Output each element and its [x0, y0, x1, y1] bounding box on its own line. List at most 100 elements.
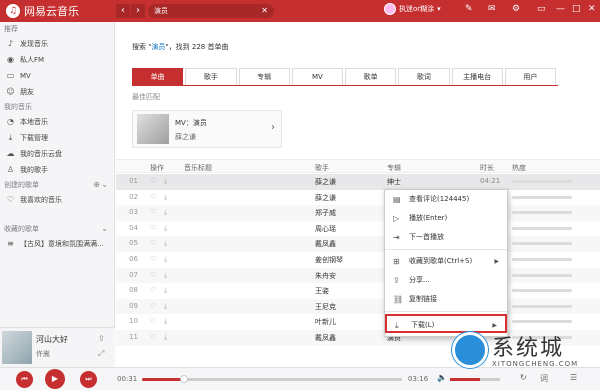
app-logo[interactable]: ♫ 网易云音乐	[6, 3, 79, 19]
user-name[interactable]: 执迷or糊涂	[399, 4, 434, 14]
heart-icon[interactable]: ♡	[150, 208, 156, 216]
menu-item-comment[interactable]: ▤ 查看评论(124445)	[385, 190, 507, 209]
col-heat[interactable]: 热度	[512, 163, 526, 173]
user-area[interactable]: 执迷or糊涂 ▾	[384, 3, 441, 15]
mail-icon[interactable]: ✉	[488, 4, 496, 14]
menu-item-share[interactable]: ⇪ 分享...	[385, 271, 507, 290]
song-artist[interactable]: 姜创钢琴	[315, 255, 343, 265]
expand-icon[interactable]: ⤢	[98, 349, 104, 359]
download-icon[interactable]: ⤓	[164, 271, 167, 280]
song-artist[interactable]: 戴凤鑫	[315, 333, 336, 343]
forward-button[interactable]: ›	[131, 4, 145, 18]
table-row[interactable]: 04♡⤓演员（女声Cover）SQ周心瑶	[116, 221, 600, 237]
add-playlist-icon[interactable]: ⊕	[93, 178, 100, 192]
heart-icon[interactable]: ♡	[150, 333, 156, 341]
avatar[interactable]	[384, 3, 396, 15]
heart-icon[interactable]: ♡	[150, 302, 156, 310]
progress-bar[interactable]	[142, 375, 402, 383]
col-title[interactable]: 音乐标题	[184, 163, 212, 173]
heart-icon[interactable]: ♡	[150, 239, 156, 247]
now-playing[interactable]: 河山大好 许嵩 ⇪ ⤢	[0, 327, 115, 367]
sidebar-item-cloud[interactable]: ☁ 我的音乐云盘	[0, 146, 114, 162]
chevron-down-icon[interactable]: ▾	[437, 5, 441, 13]
volume-icon[interactable]: 🔈	[437, 373, 447, 382]
heart-icon[interactable]: ♡	[150, 177, 156, 185]
sidebar-item-fm[interactable]: ◉ 私人FM	[0, 52, 114, 68]
song-artist[interactable]: 戴凤鑫	[315, 239, 336, 249]
minimize-icon[interactable]: —	[556, 4, 565, 14]
next-button[interactable]: ⏭	[80, 371, 97, 388]
sidebar-item-singers[interactable]: ♙ 我的歌手	[0, 162, 114, 178]
table-row[interactable]: 01♡⤓演员SQ▶薛之谦绅士04:21	[116, 174, 600, 190]
download-icon[interactable]: ⤓	[164, 224, 167, 233]
download-icon[interactable]: ⤓	[164, 193, 167, 202]
sidebar-item-mv[interactable]: ▭ MV	[0, 68, 114, 84]
heart-icon[interactable]: ♡	[150, 224, 156, 232]
download-icon[interactable]: ⤓	[164, 333, 167, 342]
close-icon[interactable]: ✕	[588, 4, 596, 14]
skin-icon[interactable]: ✎	[465, 4, 473, 14]
gear-icon[interactable]: ⚙	[512, 4, 520, 14]
sidebar-item-downloads[interactable]: ⤓ 下载管理	[0, 130, 114, 146]
download-icon[interactable]: ⤓	[164, 208, 167, 217]
col-album[interactable]: 专辑	[387, 163, 401, 173]
tab-mv[interactable]: MV	[291, 68, 343, 85]
download-icon[interactable]: ⤓	[164, 302, 167, 311]
table-row[interactable]: 08♡⤓演员王姿	[116, 283, 600, 299]
heart-icon[interactable]: ♡	[150, 271, 156, 279]
back-button[interactable]: ‹	[116, 4, 130, 18]
song-artist[interactable]: 薛之谦	[315, 177, 336, 187]
sidebar-item-local[interactable]: ◔ 本地音乐	[0, 114, 114, 130]
heart-icon[interactable]: ♡	[150, 317, 156, 325]
song-artist[interactable]: 叶新儿	[315, 317, 336, 327]
tab-songs[interactable]: 单曲	[132, 68, 184, 85]
song-artist[interactable]: 王尼克	[315, 302, 336, 312]
best-match-card[interactable]: MV：演员 薛之谦 ›	[132, 110, 282, 148]
song-artist[interactable]: 朱舟安	[315, 271, 336, 281]
sidebar-item-friends[interactable]: ☺ 朋友	[0, 84, 114, 100]
tab-users[interactable]: 用户	[504, 68, 556, 85]
tab-playlists[interactable]: 歌单	[345, 68, 397, 85]
menu-item-play-circle[interactable]: ▷ 播放(Enter)	[385, 209, 507, 228]
menu-item-play-next[interactable]: ⇥ 下一首播放	[385, 228, 507, 247]
chevron-down-icon[interactable]: ⌄	[101, 178, 108, 192]
tab-lyrics[interactable]: 歌词	[398, 68, 450, 85]
song-artist[interactable]: 郑子威	[315, 208, 336, 218]
clear-search-icon[interactable]: ✕	[261, 4, 268, 18]
previous-button[interactable]: ⏮	[16, 371, 33, 388]
album-cover[interactable]	[2, 331, 32, 364]
chevron-down-icon[interactable]: ⌄	[101, 222, 108, 236]
song-artist[interactable]: 王姿	[315, 286, 329, 296]
heart-icon[interactable]: ♡	[150, 286, 156, 294]
table-row[interactable]: 07♡⤓演员朱舟安	[116, 267, 600, 284]
download-icon[interactable]: ⤓	[164, 255, 167, 264]
tab-albums[interactable]: 专辑	[238, 68, 290, 85]
song-artist[interactable]: 周心瑶	[315, 224, 336, 234]
song-album[interactable]: 绅士	[387, 177, 401, 187]
download-icon[interactable]: ⤓	[164, 239, 167, 248]
heart-icon[interactable]: ♡	[150, 255, 156, 263]
play-button[interactable]: ▶	[45, 369, 65, 389]
table-row[interactable]: 03♡⤓编剧《演员》粤语版郑子威	[116, 205, 600, 221]
maximize-icon[interactable]: □	[572, 4, 581, 14]
download-icon[interactable]: ⤓	[164, 177, 167, 186]
mini-mode-icon[interactable]: ▭	[537, 4, 546, 14]
song-artist[interactable]: 薛之谦	[315, 193, 336, 203]
search-input[interactable]	[154, 7, 254, 15]
table-row[interactable]: 09♡⤓演员王尼克	[116, 298, 600, 315]
download-icon[interactable]: ⤓	[164, 286, 167, 295]
table-row[interactable]: 06♡⤓薛之谦《演员》-美创钢琴版姜创钢琴	[116, 252, 600, 268]
menu-item-add-playlist[interactable]: ⊞ 收藏到歌单(Ctrl+S) ▶	[385, 252, 507, 271]
col-duration[interactable]: 时长	[480, 163, 494, 173]
now-playing-title[interactable]: 河山大好	[36, 334, 68, 345]
sidebar-item-discover[interactable]: ♪ 发现音乐	[0, 36, 114, 52]
download-icon[interactable]: ⤓	[164, 317, 167, 326]
progress-handle[interactable]	[179, 375, 188, 383]
menu-item-link[interactable]: ⛓ 复制链接	[385, 290, 507, 309]
col-artist[interactable]: 歌手	[315, 163, 329, 173]
heart-icon[interactable]: ♡	[150, 193, 156, 201]
share-icon[interactable]: ⇪	[98, 334, 105, 343]
sidebar-item-liked[interactable]: ♡ 我喜欢的音乐	[0, 192, 114, 208]
table-row[interactable]: 05♡⤓演员（高考新）超笑改编戴凤鑫	[116, 236, 600, 252]
sidebar-item-playlist[interactable]: ≡ 【古风】意境和氛围满满...	[0, 236, 114, 252]
